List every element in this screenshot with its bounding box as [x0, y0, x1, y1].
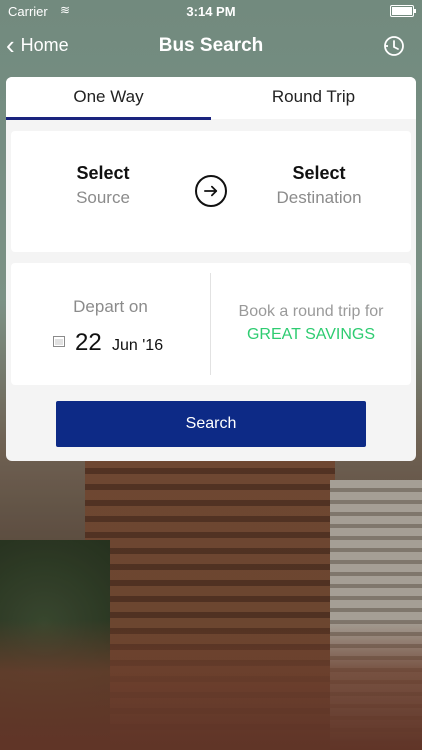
- select-destination-button[interactable]: Select Destination: [239, 163, 399, 208]
- arrow-right-circle-icon[interactable]: [195, 175, 227, 207]
- depart-date-picker[interactable]: Depart on 22 Jun '16: [11, 263, 210, 385]
- tab-indicator: [6, 117, 211, 120]
- promo-line2: GREAT SAVINGS: [246, 326, 376, 343]
- source-subtitle: Source: [76, 188, 130, 207]
- status-time: 3:14 PM: [186, 4, 236, 19]
- page-title: Bus Search: [158, 35, 264, 56]
- tab-round-trip[interactable]: Round Trip: [211, 77, 416, 119]
- search-card: One Way Round Trip Select Source Select …: [6, 77, 416, 461]
- date-and-promo: Depart on 22 Jun '16 Book a round trip f…: [11, 263, 411, 385]
- calendar-icon: [53, 336, 65, 347]
- destination-subtitle: Destination: [276, 188, 362, 207]
- depart-label: Depart on: [73, 297, 148, 316]
- source-title: Select: [76, 163, 130, 183]
- route-selector: Select Source Select Destination: [11, 131, 411, 252]
- battery-fill: [392, 7, 412, 15]
- status-bar: Carrier ≋ 3:14 PM: [0, 0, 422, 22]
- battery-icon: [390, 5, 416, 17]
- navigation-bar: ‹ Home Bus Search: [0, 22, 422, 72]
- select-source-button[interactable]: Select Source: [23, 163, 183, 208]
- depart-day: 22: [75, 329, 102, 356]
- history-icon[interactable]: [382, 34, 406, 58]
- tab-one-way[interactable]: One Way: [6, 77, 211, 119]
- search-button[interactable]: Search: [56, 401, 366, 447]
- destination-title: Select: [292, 163, 346, 183]
- round-trip-promo[interactable]: Book a round trip for GREAT SAVINGS: [211, 263, 411, 385]
- depart-month-year: Jun '16: [112, 337, 164, 354]
- promo-line1: Book a round trip for: [238, 303, 384, 320]
- trip-type-tabs: One Way Round Trip: [6, 77, 416, 120]
